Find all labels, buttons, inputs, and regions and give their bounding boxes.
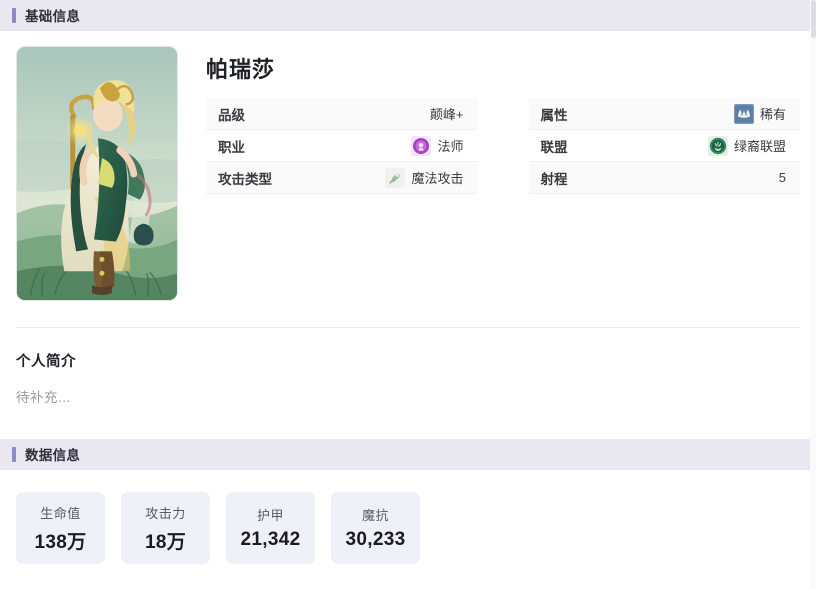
attribute-value-grade: 颠峰+ <box>430 104 464 123</box>
attribute-column-right: 属性 稀有 联盟 绿裔联盟 射程 5 <box>528 98 800 194</box>
basic-info-body: 帕瑞莎 品级 颠峰+ 职业 法师 攻击类型 魔法攻击 属性 稀有 联盟 绿裔联盟… <box>0 31 816 301</box>
attribute-label-rarity: 属性 <box>540 107 568 123</box>
page-scrollbar[interactable] <box>810 0 816 589</box>
attribute-row-rarity[interactable]: 属性 稀有 <box>528 98 800 130</box>
attribute-label-alliance: 联盟 <box>540 139 568 155</box>
attribute-label-attack-type: 攻击类型 <box>218 171 272 187</box>
attribute-label-range: 射程 <box>540 171 568 187</box>
stat-value-attack: 18万 <box>144 531 187 553</box>
attribute-label-class: 职业 <box>218 139 245 155</box>
attribute-value-alliance: 绿裔联盟 <box>707 135 786 156</box>
page-scrollbar-thumb[interactable] <box>811 0 816 38</box>
character-name: 帕瑞莎 <box>206 57 276 82</box>
attribute-column-left: 品级 颠峰+ 职业 法师 攻击类型 魔法攻击 <box>206 98 478 194</box>
character-portrait[interactable] <box>16 46 178 301</box>
attribute-value-attack-type: 魔法攻击 <box>385 167 464 188</box>
stat-label-attack: 攻击力 <box>145 505 186 521</box>
stat-card-magic-resist[interactable]: 魔抗 30,233 <box>331 492 420 564</box>
section-title-data-info: 数据信息 <box>25 448 81 463</box>
stat-card-armor[interactable]: 护甲 21,342 <box>226 492 315 564</box>
rare-icon <box>733 103 754 124</box>
stat-value-hp: 138万 <box>34 531 87 553</box>
section-header-basic-info: 基础信息 <box>0 0 816 31</box>
section-header-data-info: 数据信息 <box>0 439 816 470</box>
section-accent-bar-data <box>12 446 16 462</box>
stat-label-armor: 护甲 <box>256 508 284 523</box>
bio-section: 个人简介 待补充... <box>0 328 816 406</box>
attribute-value-class: 法师 <box>411 135 464 156</box>
stat-card-attack[interactable]: 攻击力 18万 <box>121 492 210 564</box>
attribute-value-range: 5 <box>779 170 786 185</box>
bio-title: 个人简介 <box>16 354 76 370</box>
stat-card-hp[interactable]: 生命值 138万 <box>16 492 105 564</box>
attribute-value-class-text: 法师 <box>437 139 464 154</box>
attribute-row-grade[interactable]: 品级 颠峰+ <box>206 98 478 130</box>
mage-icon <box>411 135 432 156</box>
stat-label-hp: 生命值 <box>40 505 81 521</box>
attribute-row-attack-type[interactable]: 攻击类型 魔法攻击 <box>206 162 478 194</box>
bio-text: 待补充... <box>16 390 71 405</box>
attribute-value-attack-type-text: 魔法攻击 <box>411 171 464 186</box>
character-portrait-art <box>17 47 177 300</box>
section-title-basic-info: 基础信息 <box>25 9 81 24</box>
character-detail-page: 基础信息 帕瑞莎 品级 颠峰+ 职业 法师 攻击类型 魔法攻击 属性 稀有 联盟… <box>0 0 816 589</box>
green-alliance-icon <box>707 135 728 156</box>
stats-row: 生命值 138万 攻击力 18万 护甲 21,342 魔抗 30,233 <box>0 470 816 564</box>
stat-label-magic-resist: 魔抗 <box>361 508 389 523</box>
magic-attack-icon <box>385 167 406 188</box>
attribute-label-grade: 品级 <box>218 107 245 123</box>
data-info-section: 数据信息 生命值 138万 攻击力 18万 护甲 21,342 魔抗 30,23… <box>0 439 816 564</box>
attribute-value-rarity-text: 稀有 <box>759 107 786 122</box>
attribute-row-range[interactable]: 射程 5 <box>528 162 800 194</box>
character-info-area: 帕瑞莎 品级 颠峰+ 职业 法师 攻击类型 魔法攻击 属性 稀有 联盟 绿裔联盟… <box>178 46 800 301</box>
stat-value-armor: 21,342 <box>240 529 301 550</box>
attribute-value-rarity: 稀有 <box>733 103 786 124</box>
attribute-grid: 品级 颠峰+ 职业 法师 攻击类型 魔法攻击 属性 稀有 联盟 绿裔联盟 射程 … <box>206 98 800 194</box>
attribute-value-range-text: 5 <box>778 170 786 185</box>
attribute-value-alliance-text: 绿裔联盟 <box>733 139 786 154</box>
section-accent-bar <box>12 7 16 23</box>
attribute-row-class[interactable]: 职业 法师 <box>206 130 478 162</box>
stat-value-magic-resist: 30,233 <box>345 529 406 550</box>
attribute-value-grade-text: 颠峰+ <box>429 107 464 122</box>
attribute-row-alliance[interactable]: 联盟 绿裔联盟 <box>528 130 800 162</box>
